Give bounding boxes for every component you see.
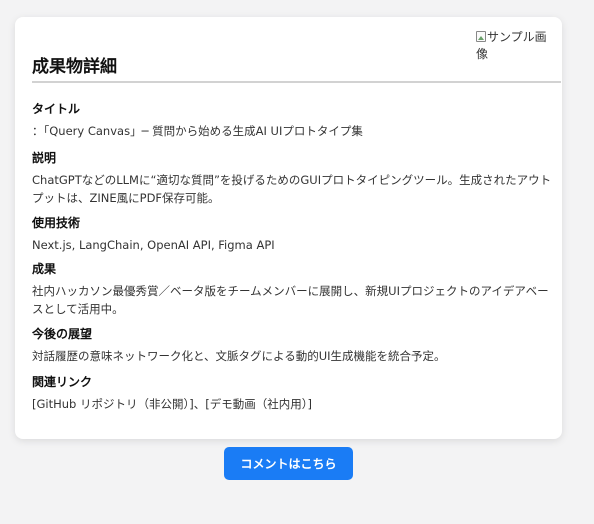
section-title: タイトル ：「Query Canvas」─ 質問から始める生成AI UIプロトタ… — [32, 101, 552, 140]
section-label: 成果 — [32, 262, 57, 276]
sample-image-alt-text: サンプル画像 — [476, 30, 547, 61]
broken-image-icon — [476, 31, 486, 42]
section-body: ：「Query Canvas」─ 質問から始める生成AI UIプロトタイプ集 — [32, 124, 363, 138]
section-results: 成果 社内ハッカソン最優秀賞／ベータ版をチームメンバーに展開し、新規UIプロジェ… — [32, 261, 552, 318]
sample-image: サンプル画像 — [476, 29, 556, 63]
section-tech: 使用技術 Next.js, LangChain, OpenAI API, Fig… — [32, 215, 552, 254]
section-label: 関連リンク — [32, 375, 93, 389]
section-description: 説明 ChatGPTなどのLLMに“適切な質問”を投げるためのGUIプロトタイピ… — [32, 150, 552, 207]
title-divider — [32, 81, 561, 83]
section-body: ChatGPTなどのLLMに“適切な質問”を投げるためのGUIプロトタイピングツ… — [32, 173, 552, 205]
section-label: 説明 — [32, 151, 57, 165]
section-outlook: 今後の展望 対話履歴の意味ネットワーク化と、文脈タグによる動的UI生成機能を統合… — [32, 326, 552, 365]
page-title: 成果物詳細 — [32, 57, 117, 77]
detail-card: 成果物詳細 サンプル画像 タイトル ：「Query Canvas」─ 質問から始… — [15, 17, 562, 439]
related-links[interactable]: [GitHub リポジトリ（非公開）]、[デモ動画（社内用）] — [32, 395, 552, 413]
section-label: タイトル — [32, 102, 81, 116]
section-links: 関連リンク [GitHub リポジトリ（非公開）]、[デモ動画（社内用）] — [32, 374, 552, 413]
section-body: Next.js, LangChain, OpenAI API, Figma AP… — [32, 238, 275, 252]
section-label: 使用技術 — [32, 216, 81, 230]
section-body: 対話履歴の意味ネットワーク化と、文脈タグによる動的UI生成機能を統合予定。 — [32, 349, 446, 363]
section-body: 社内ハッカソン最優秀賞／ベータ版をチームメンバーに展開し、新規UIプロジェクトの… — [32, 284, 549, 316]
comment-button[interactable]: コメントはこちら — [224, 447, 353, 480]
section-label: 今後の展望 — [32, 327, 93, 341]
